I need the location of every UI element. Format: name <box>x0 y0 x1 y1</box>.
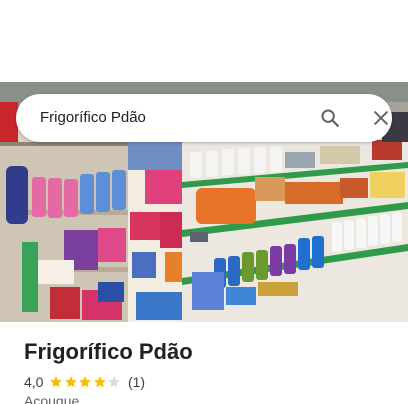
search-input[interactable]: Frigorífico Pdão <box>40 94 146 142</box>
rating-value: 4,0 <box>24 374 44 390</box>
star-icon <box>65 376 77 388</box>
star-icon <box>50 376 63 388</box>
close-icon <box>374 111 388 125</box>
search-icon <box>321 109 339 127</box>
review-count[interactable]: (1) <box>128 374 145 390</box>
star-icon <box>79 376 92 388</box>
star-icon <box>94 376 106 388</box>
close-button[interactable] <box>369 106 393 130</box>
search-button[interactable] <box>318 106 342 130</box>
search-bar: Frigorífico Pdão <box>16 94 392 142</box>
place-name: Frigorífico Pdão <box>24 339 193 364</box>
star-rating <box>49 375 122 389</box>
star-empty-icon <box>108 376 121 388</box>
top-blank-area <box>0 0 408 82</box>
rating-row[interactable]: 4,0 (1) <box>24 373 145 391</box>
place-category: Açougue <box>24 393 80 404</box>
